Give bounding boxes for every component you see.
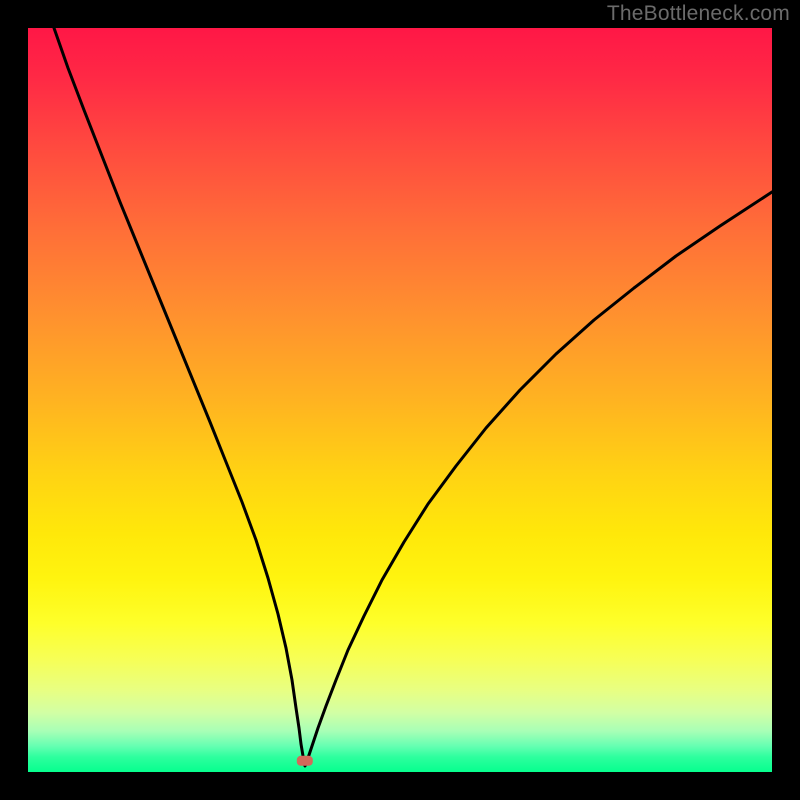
curve-svg [28,28,772,772]
watermark-text: TheBottleneck.com [607,2,790,26]
minimum-marker [297,756,313,766]
plot-area [28,28,772,772]
bottleneck-curve [54,28,772,766]
chart-stage: TheBottleneck.com [0,0,800,800]
